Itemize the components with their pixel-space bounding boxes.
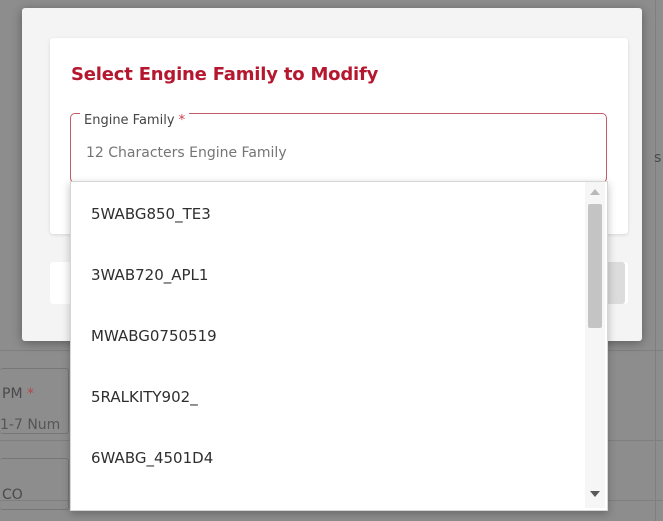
engine-family-input[interactable]	[86, 145, 546, 161]
dropdown-scrollbar[interactable]	[585, 182, 605, 508]
dropdown-option[interactable]: 5WABG850_TE3	[91, 202, 211, 226]
scroll-down-icon[interactable]	[590, 491, 600, 497]
dropdown-option[interactable]: MWABG0750519	[91, 324, 217, 348]
scroll-thumb[interactable]	[588, 204, 602, 328]
dropdown-option[interactable]: 6WABG_4501D4	[91, 446, 213, 470]
dialog-title: Select Engine Family to Modify	[71, 64, 379, 85]
bg-field-label: PM *	[2, 386, 34, 402]
dropdown-option[interactable]: 5RALKITY902_	[91, 385, 198, 409]
scroll-up-icon[interactable]	[590, 189, 600, 195]
bg-divider	[655, 0, 656, 521]
engine-family-label: Engine Family *	[80, 113, 190, 128]
dropdown-option[interactable]: 3WAB720_APL1	[91, 263, 208, 287]
engine-family-dropdown[interactable]: 5WABG850_TE3 3WAB720_APL1 MWABG0750519 5…	[70, 181, 608, 511]
bg-field-label: CO	[2, 487, 23, 503]
bg-field-placeholder: 1-7 Num	[0, 417, 61, 433]
bg-edge-text: s	[654, 150, 662, 166]
